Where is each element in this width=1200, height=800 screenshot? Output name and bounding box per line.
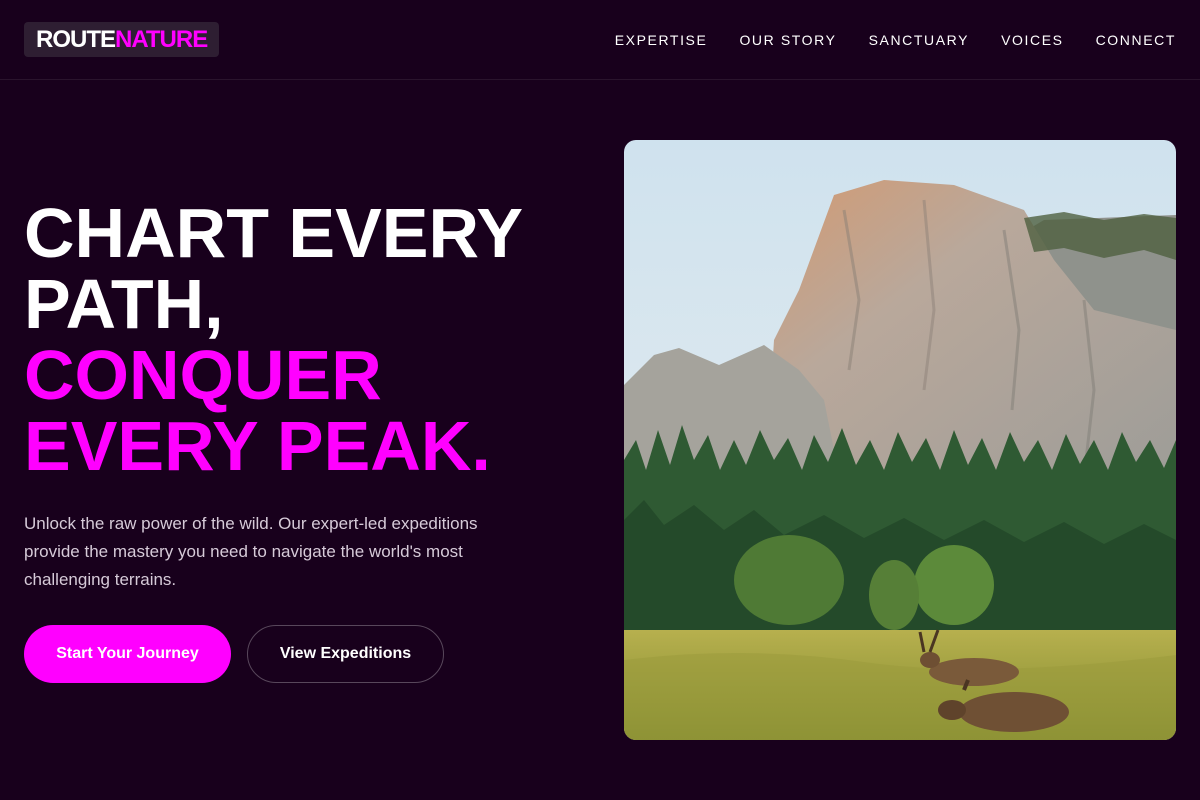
view-expeditions-button[interactable]: View Expeditions xyxy=(247,625,444,683)
hero-title: CHART EVERY PATH, CONQUER EVERY PEAK. xyxy=(24,198,584,482)
hero-title-line-4: EVERY PEAK. xyxy=(24,407,491,485)
nav-link-connect[interactable]: CONNECT xyxy=(1096,32,1176,48)
top-nav: ROUTENATURE EXPERTISE OUR STORY SANCTUAR… xyxy=(0,0,1200,80)
nav-link-expertise[interactable]: EXPERTISE xyxy=(615,32,708,48)
hero-title-line-1: CHART EVERY xyxy=(24,194,524,272)
hero-title-line-3: CONQUER xyxy=(24,336,382,414)
logo[interactable]: ROUTENATURE xyxy=(24,22,220,57)
logo-accent-text: NATURE xyxy=(115,26,208,53)
nav-menu: EXPERTISE OUR STORY SANCTUARY VOICES CON… xyxy=(615,0,1176,80)
start-journey-button[interactable]: Start Your Journey xyxy=(24,625,231,683)
nav-link-our-story[interactable]: OUR STORY xyxy=(739,32,836,48)
hero-subtitle: Unlock the raw power of the wild. Our ex… xyxy=(24,514,478,589)
logo-primary-text: ROUTE xyxy=(36,26,116,53)
mountain-landscape-illustration xyxy=(624,140,1176,740)
nav-link-voices[interactable]: VOICES xyxy=(1001,32,1064,48)
hero-title-line-2: PATH, xyxy=(24,265,224,343)
hero-image xyxy=(624,140,1176,740)
nav-link-sanctuary[interactable]: SANCTUARY xyxy=(869,32,970,48)
